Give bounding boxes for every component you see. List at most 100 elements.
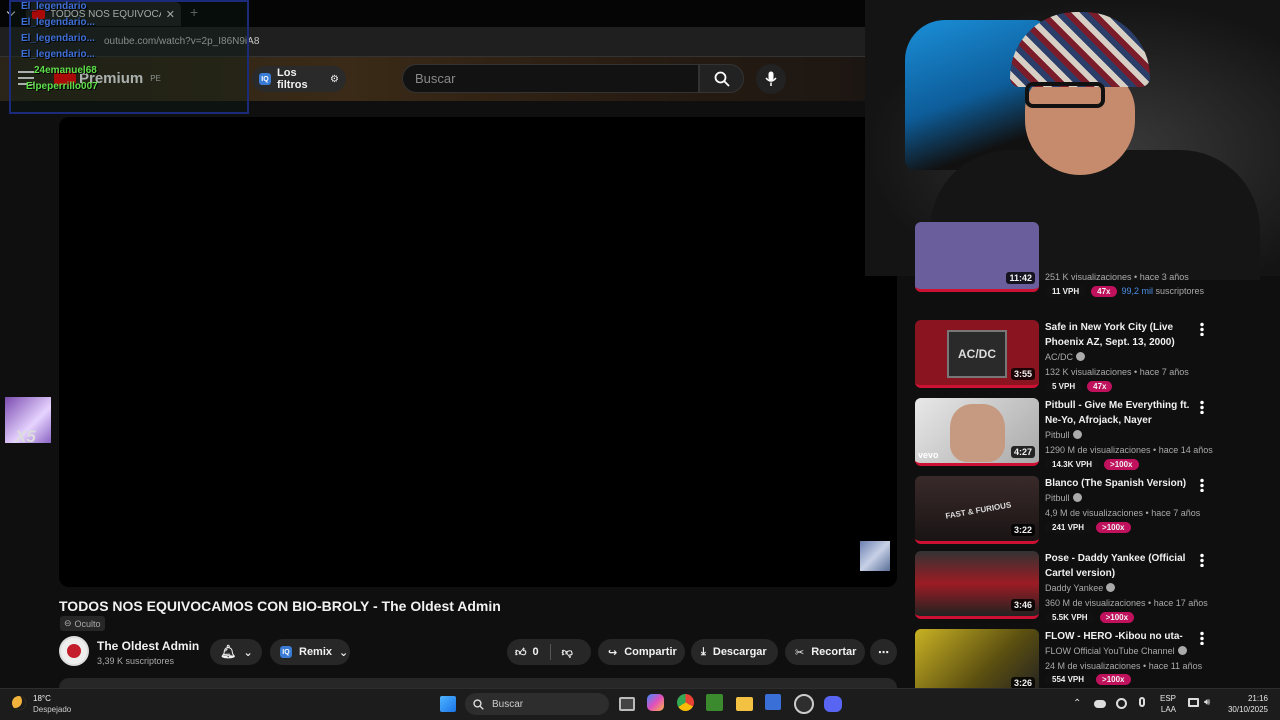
recommendation-thumbnail[interactable]: 3:46 (915, 551, 1039, 619)
like-dislike-group: 👍︎ 0 👎︎ (507, 639, 591, 665)
search-icon (714, 71, 730, 87)
recommendation-title[interactable]: Pose - Daddy Yankee (Official Cartel ver… (1045, 551, 1195, 581)
recommendation-channel[interactable]: Daddy Yankee (1045, 583, 1116, 593)
microsoft-store-icon[interactable] (765, 694, 781, 710)
recommendation-item[interactable]: 3:26 FLOW - HERO -Kibou no uta- FLOW Off… (915, 629, 1215, 688)
clip-button[interactable]: ✂ Recortar (785, 639, 865, 665)
recommendation-channel[interactable]: Pitbull (1045, 493, 1082, 503)
chevron-up-icon[interactable]: ⌃ (1073, 698, 1081, 709)
more-vertical-icon[interactable] (1200, 322, 1204, 336)
more-vertical-icon[interactable] (1200, 553, 1204, 567)
minecraft-icon[interactable] (706, 694, 723, 711)
visibility-label: Oculto (74, 618, 101, 629)
recommendation-item[interactable]: 3:46 Pose - Daddy Yankee (Official Carte… (915, 551, 1215, 623)
video-duration: 4:27 (1010, 446, 1035, 458)
recommendation-meta: 24 M de visualizaciones • hace 11 años (1045, 661, 1203, 671)
share-label: Compartir (624, 646, 677, 658)
microphone-tray-icon[interactable] (1139, 697, 1145, 707)
thumbnail-text: FAST & FURIOUS (944, 500, 1012, 521)
sync-icon[interactable] (1116, 698, 1127, 709)
recommendation-item[interactable]: 11:42 (915, 222, 1215, 292)
vph-badge: 5.5K VPH (1045, 612, 1095, 623)
dislike-button[interactable]: 👎︎ (562, 646, 573, 659)
recommendation-channel[interactable]: Pitbull (1045, 430, 1082, 440)
video-duration: 3:46 (1010, 599, 1035, 611)
more-vertical-icon[interactable] (1200, 400, 1204, 414)
language-top[interactable]: ESP (1160, 694, 1176, 703)
recommendation-title[interactable]: Safe in New York City (Live Phoenix AZ, … (1045, 320, 1195, 350)
recommendation-title[interactable]: Pitbull - Give Me Everything ft. Ne-Yo, … (1045, 398, 1195, 428)
video-player[interactable] (59, 117, 897, 587)
like-count: 0 (532, 646, 539, 658)
search-icon (473, 698, 484, 710)
thumbs-down-icon: 👎︎ (561, 646, 573, 659)
notifications-button[interactable]: 🔔︎ ⌄ (210, 639, 262, 665)
obs-icon[interactable] (794, 694, 814, 714)
recommendation-thumbnail[interactable]: AC/DC 3:55 (915, 320, 1039, 388)
vph-badge: 241 VPH (1045, 522, 1092, 533)
filters-button[interactable]: IQ Los filtros ⚙ (252, 66, 346, 92)
recommendation-thumbnail[interactable]: vevo 4:27 (915, 398, 1039, 466)
thumbnail-face-shape (950, 404, 1005, 462)
recommendation-thumbnail[interactable]: 11:42 (915, 222, 1039, 292)
windows-start-icon[interactable] (440, 696, 456, 712)
recommendation-meta: 251 K visualizaciones • hace 3 años (1045, 272, 1189, 282)
channel-name[interactable]: The Oldest Admin (97, 639, 199, 653)
recommendation-title[interactable]: FLOW - HERO -Kibou no uta- (1045, 629, 1195, 644)
more-vertical-icon[interactable] (1200, 631, 1204, 645)
share-button[interactable]: ↪ Compartir (598, 639, 685, 665)
copilot-icon[interactable] (647, 694, 664, 711)
recommendation-channel[interactable]: AC/DC (1045, 352, 1086, 362)
recommendation-meta: 4,9 M de visualizaciones • hace 7 años (1045, 508, 1201, 518)
vph-badge: 14.3K VPH (1045, 459, 1100, 470)
recommendation-stats: 5.5K VPH >100x (1045, 612, 1135, 623)
more-vertical-icon[interactable] (1200, 478, 1204, 492)
task-view-icon[interactable] (619, 697, 635, 711)
scissors-icon: ✂ (795, 646, 805, 659)
speaker-icon[interactable]: 🔊︎ (1204, 697, 1210, 708)
voice-search-button[interactable] (756, 64, 786, 94)
recommendation-item[interactable]: vevo 4:27 Pitbull - Give Me Everything f… (915, 398, 1215, 470)
weather-desc[interactable]: Despejado (33, 705, 71, 714)
verified-icon (1177, 646, 1187, 655)
moon-weather-icon (12, 696, 26, 710)
weather-temp[interactable]: 18°C (33, 694, 51, 703)
taskbar-search[interactable]: Buscar (465, 693, 609, 715)
recommendation-thumbnail[interactable]: 3:26 (915, 629, 1039, 688)
chevron-down-icon: ⌄ (339, 646, 349, 659)
iq-icon: IQ (280, 646, 292, 658)
extra-value: 99,2 mil (1121, 286, 1154, 296)
network-icon[interactable] (1188, 698, 1199, 707)
vph-badge: 554 VPH (1045, 674, 1092, 685)
like-button[interactable]: 👍︎ 0 (515, 646, 539, 659)
recommendation-stats: 554 VPH >100x (1045, 674, 1131, 685)
channel-avatar[interactable] (59, 636, 89, 666)
search-button[interactable] (699, 64, 744, 93)
extra-suffix: suscriptores (1155, 286, 1205, 296)
discord-icon[interactable] (824, 696, 842, 712)
clock-time[interactable]: 21:16 (1224, 694, 1268, 703)
clip-label: Recortar (811, 646, 857, 658)
multiplier-badge: 47x (1091, 286, 1117, 297)
video-duration: 3:22 (1010, 524, 1035, 536)
recommendation-thumbnail[interactable]: FAST & FURIOUS 3:22 (915, 476, 1039, 544)
download-button[interactable]: ⤓ Descargar (691, 639, 778, 665)
remix-button[interactable]: IQ Remix ⌄ (270, 639, 350, 665)
recommendation-item[interactable]: AC/DC 3:55 Safe in New York City (Live P… (915, 320, 1215, 392)
taskbar-search-label: Buscar (492, 698, 524, 710)
recommendation-item[interactable]: FAST & FURIOUS 3:22 Blanco (The Spanish … (915, 476, 1215, 548)
chat-line: 24emanuel68 (34, 65, 97, 76)
recommendation-title[interactable]: Blanco (The Spanish Version) (1045, 476, 1195, 491)
recommendation-meta: 360 M de visualizaciones • hace 17 años (1045, 598, 1208, 608)
recommendation-channel[interactable]: FLOW Official YouTube Channel (1045, 646, 1187, 656)
file-explorer-icon[interactable] (736, 697, 753, 711)
clock-date[interactable]: 30/10/2025 (1214, 705, 1268, 714)
share-icon: ↪ (608, 646, 618, 659)
chrome-icon[interactable] (677, 694, 694, 711)
onedrive-icon[interactable] (1094, 700, 1106, 708)
more-actions-button[interactable]: ⋯ (870, 639, 897, 665)
filters-label: Los filtros (277, 67, 308, 91)
language-bottom[interactable]: LAA (1160, 705, 1176, 714)
emote-multiplier: X5 (15, 427, 36, 446)
search-input[interactable]: Buscar (402, 64, 699, 93)
